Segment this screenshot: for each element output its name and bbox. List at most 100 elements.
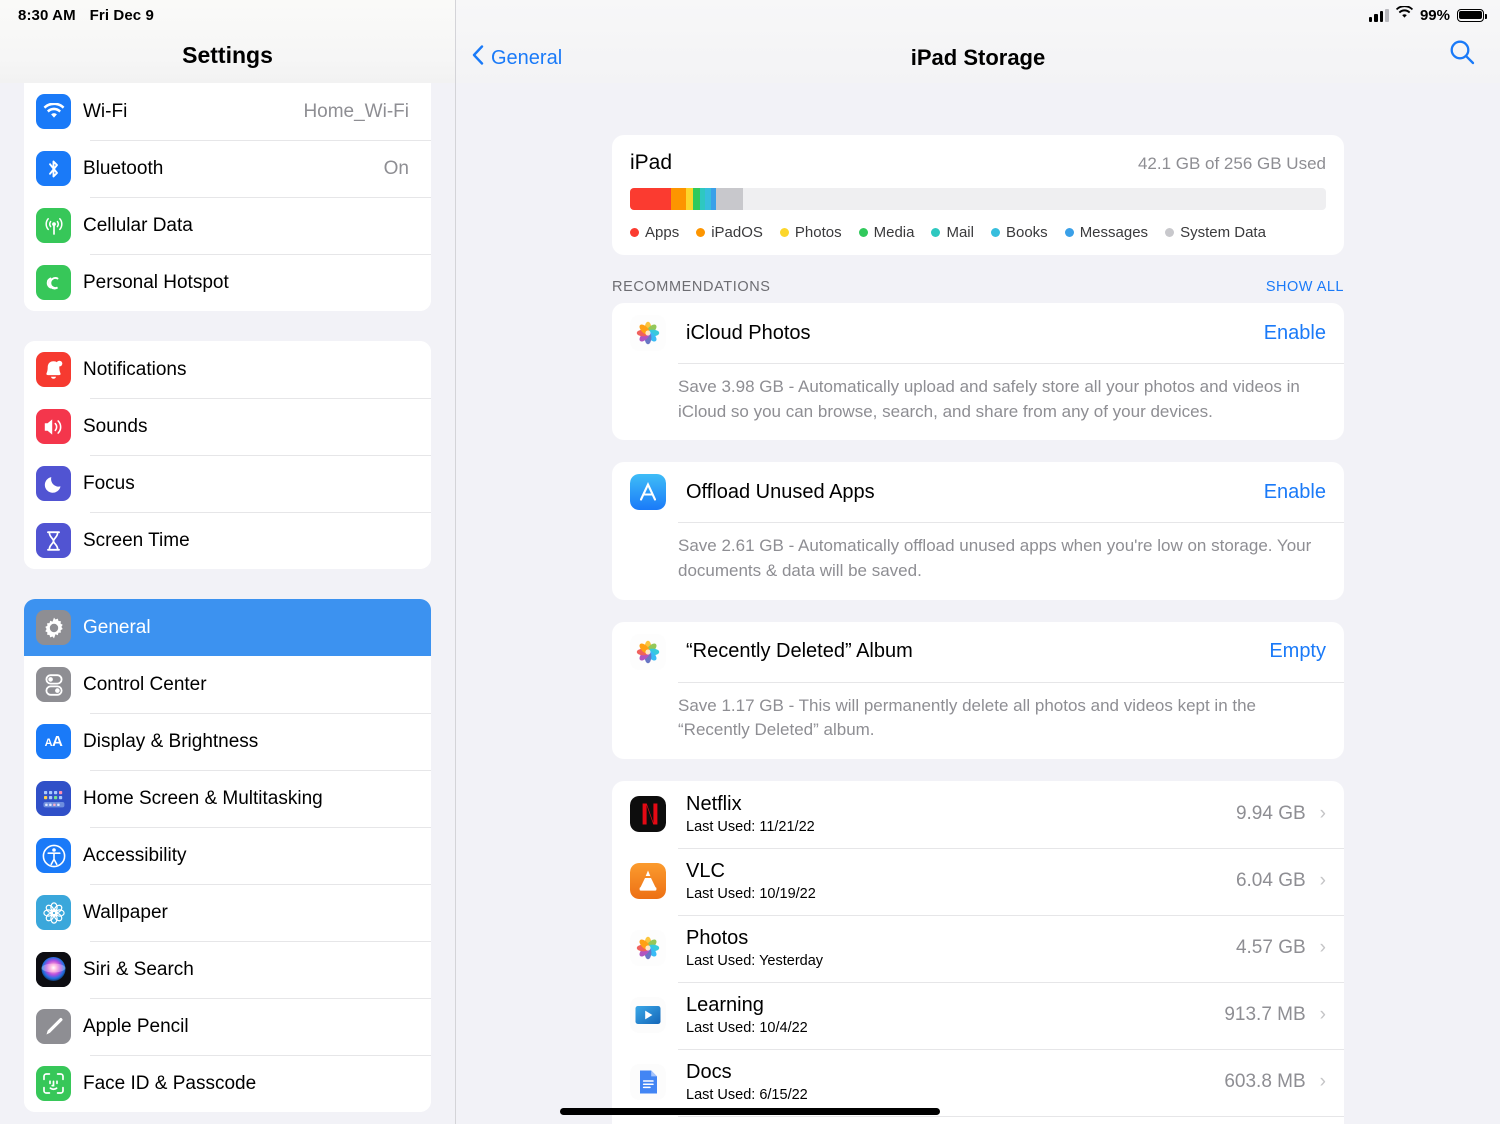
- app-size: 603.8 MB: [1224, 1071, 1305, 1093]
- sidebar-item-apple-pencil[interactable]: Apple Pencil: [24, 998, 431, 1055]
- sidebar-group-2: Notifications Sounds Focus Screen Time: [24, 341, 431, 569]
- face-id-icon: [36, 1066, 71, 1101]
- netflix-app-icon: [630, 796, 666, 832]
- storage-legend: AppsiPadOSPhotosMediaMailBooksMessagesSy…: [630, 224, 1326, 241]
- app-row[interactable]: iMovie599.5 MB›: [612, 1116, 1344, 1124]
- sidebar-item-wi-fi[interactable]: Wi-FiHome_Wi-Fi: [24, 83, 431, 140]
- recommendation-header: Offload Unused AppsEnable: [612, 462, 1344, 522]
- storage-segment-system-data: [716, 188, 743, 210]
- recommendation-card: Offload Unused AppsEnableSave 2.61 GB - …: [612, 462, 1344, 599]
- photos-app-icon: [630, 634, 666, 670]
- legend-label: Media: [874, 224, 915, 241]
- chevron-right-icon: ›: [1320, 870, 1326, 892]
- sidebar-item-siri-search[interactable]: Siri & Search: [24, 941, 431, 998]
- recommendation-action-button[interactable]: Empty: [1269, 640, 1326, 663]
- moon-icon: [36, 466, 71, 501]
- legend-dot: [1065, 228, 1074, 237]
- hotspot-link-icon: [36, 265, 71, 300]
- legend-label: Mail: [946, 224, 974, 241]
- recommendation-header: “Recently Deleted” AlbumEmpty: [612, 622, 1344, 682]
- app-size: 9.94 GB: [1236, 803, 1306, 825]
- app-row[interactable]: DocsLast Used: 6/15/22603.8 MB›: [612, 1049, 1344, 1116]
- settings-sidebar: Settings Wi-FiHome_Wi-FiBluetoothOnCellu…: [0, 0, 456, 1124]
- storage-segment-apps: [630, 188, 671, 210]
- gear-icon: [36, 610, 71, 645]
- storage-scroll-area[interactable]: iPad 42.1 GB of 256 GB Used AppsiPadOSPh…: [456, 83, 1500, 1124]
- photos-app-icon: [630, 315, 666, 351]
- photos-app-icon: [630, 930, 666, 966]
- sidebar-item-personal-hotspot[interactable]: Personal Hotspot: [24, 254, 431, 311]
- recommendation-card: iCloud PhotosEnableSave 3.98 GB - Automa…: [612, 303, 1344, 440]
- home-indicator[interactable]: [560, 1108, 940, 1115]
- sidebar-item-label: Screen Time: [83, 530, 409, 552]
- sidebar-item-notifications[interactable]: Notifications: [24, 341, 431, 398]
- chevron-left-icon: [472, 45, 484, 71]
- flower-icon: [36, 895, 71, 930]
- app-texts: NetflixLast Used: 11/21/22: [686, 793, 1236, 835]
- app-size: 913.7 MB: [1224, 1004, 1305, 1026]
- sidebar-item-label: Sounds: [83, 416, 409, 438]
- ipad-storage-screen: 8:30 AM Fri Dec 9 99% Settings Wi-FiHome…: [0, 0, 1500, 1124]
- app-name: Docs: [686, 1061, 1224, 1084]
- recommendations-title: RECOMMENDATIONS: [612, 279, 771, 295]
- app-row[interactable]: PhotosLast Used: Yesterday4.57 GB›: [612, 915, 1344, 982]
- app-last-used: Last Used: 10/19/22: [686, 886, 1236, 902]
- sidebar-item-label: General: [83, 617, 409, 639]
- search-icon[interactable]: [1448, 38, 1476, 71]
- legend-item-photos: Photos: [780, 224, 842, 241]
- sidebar-item-general[interactable]: General: [24, 599, 431, 656]
- sidebar-group-1: Wi-FiHome_Wi-FiBluetoothOnCellular DataP…: [24, 83, 431, 311]
- sidebar-item-sounds[interactable]: Sounds: [24, 398, 431, 455]
- legend-dot: [859, 228, 868, 237]
- wifi-icon: [36, 94, 71, 129]
- sidebar-item-home-screen-multitasking[interactable]: Home Screen & Multitasking: [24, 770, 431, 827]
- home-grid-icon: [36, 781, 71, 816]
- recommendation-action-button[interactable]: Enable: [1264, 481, 1326, 504]
- sidebar-item-label: Cellular Data: [83, 215, 409, 237]
- siri-orb-icon: [36, 952, 71, 987]
- legend-label: iPadOS: [711, 224, 763, 241]
- sidebar-item-control-center[interactable]: Control Center: [24, 656, 431, 713]
- sidebar-item-screen-time[interactable]: Screen Time: [24, 512, 431, 569]
- app-size: 4.57 GB: [1236, 937, 1306, 959]
- chevron-right-icon: ›: [1320, 1071, 1326, 1093]
- show-all-button[interactable]: SHOW ALL: [1266, 279, 1344, 295]
- storage-summary-card: iPad 42.1 GB of 256 GB Used AppsiPadOSPh…: [612, 135, 1344, 255]
- navigation-bar: General iPad Storage: [456, 0, 1500, 83]
- back-button[interactable]: General: [472, 45, 562, 71]
- app-name: Learning: [686, 994, 1224, 1017]
- legend-item-ipados: iPadOS: [696, 224, 763, 241]
- app-row[interactable]: VLCLast Used: 10/19/226.04 GB›: [612, 848, 1344, 915]
- sidebar-item-display-brightness[interactable]: AADisplay & Brightness: [24, 713, 431, 770]
- legend-item-messages: Messages: [1065, 224, 1148, 241]
- chevron-right-icon: ›: [1320, 1004, 1326, 1026]
- storage-segment-photos: [686, 188, 694, 210]
- sidebar-item-label: Face ID & Passcode: [83, 1073, 409, 1095]
- app-row[interactable]: NetflixLast Used: 11/21/229.94 GB›: [612, 781, 1344, 848]
- sidebar-item-label: Bluetooth: [83, 158, 384, 180]
- recommendation-description: Save 1.17 GB - This will permanently del…: [612, 682, 1344, 759]
- legend-item-apps: Apps: [630, 224, 679, 241]
- sidebar-item-focus[interactable]: Focus: [24, 455, 431, 512]
- legend-dot: [696, 228, 705, 237]
- app-last-used: Last Used: Yesterday: [686, 953, 1236, 969]
- sidebar-item-cellular-data[interactable]: Cellular Data: [24, 197, 431, 254]
- sidebar-group-3: General Control CenterAADisplay & Brightn…: [24, 599, 431, 1112]
- accessibility-icon: [36, 838, 71, 873]
- hourglass-icon: [36, 523, 71, 558]
- sidebar-item-value: On: [384, 158, 409, 180]
- sidebar-header: Settings: [0, 0, 455, 83]
- app-name: VLC: [686, 860, 1236, 883]
- sidebar-item-bluetooth[interactable]: BluetoothOn: [24, 140, 431, 197]
- sidebar-item-accessibility[interactable]: Accessibility: [24, 827, 431, 884]
- app-row[interactable]: LearningLast Used: 10/4/22913.7 MB›: [612, 982, 1344, 1049]
- recommendation-action-button[interactable]: Enable: [1264, 322, 1326, 345]
- device-name: iPad: [630, 151, 672, 175]
- recommendations-list: iCloud PhotosEnableSave 3.98 GB - Automa…: [456, 303, 1500, 759]
- recommendation-card: “Recently Deleted” AlbumEmptySave 1.17 G…: [612, 622, 1344, 759]
- sidebar-item-wallpaper[interactable]: Wallpaper: [24, 884, 431, 941]
- page-title: Settings: [182, 42, 273, 69]
- sidebar-item-face-id-passcode[interactable]: Face ID & Passcode: [24, 1055, 431, 1112]
- app-texts: PhotosLast Used: Yesterday: [686, 927, 1236, 969]
- legend-label: Books: [1006, 224, 1048, 241]
